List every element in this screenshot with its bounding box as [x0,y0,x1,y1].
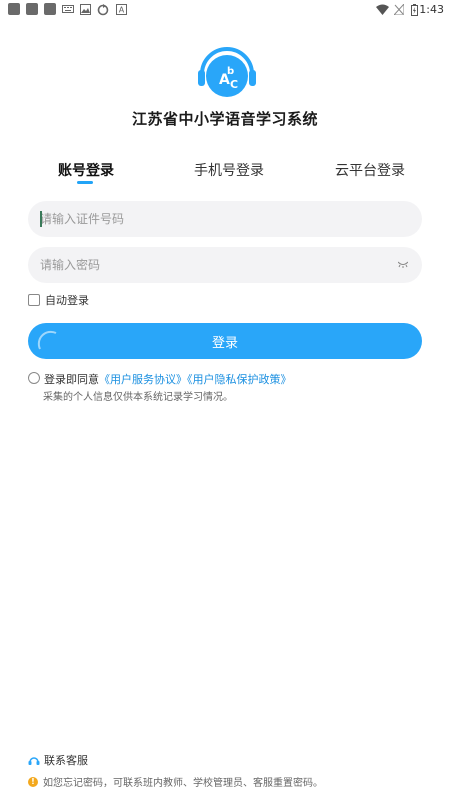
tab-cloud-login[interactable]: 云平台登录 [335,160,405,180]
battery-charging-icon [411,4,418,16]
notification-icon [26,3,38,15]
sync-icon [97,4,109,16]
notification-icon [44,3,56,15]
status-time: 1:43 [419,3,444,16]
keyboard-icon [62,5,74,13]
privacy-policy-link[interactable]: 《用户隐私保护政策》 [187,373,292,386]
service-agreement-link[interactable]: 《用户服务协议》 [99,373,187,386]
forgot-password-text: 如您忘记密码，可联系班内教师、学校管理员、客服重置密码。 [43,778,323,789]
image-icon [80,4,91,15]
agreement-radio[interactable] [28,372,40,384]
forgot-password-note: ! 如您忘记密码，可联系班内教师、学校管理员、客服重置密码。 [28,774,323,789]
contact-support-label: 联系客服 [44,754,88,767]
no-signal-icon [394,4,404,15]
eye-closed-icon[interactable] [398,260,408,268]
active-tab-indicator [77,181,93,184]
login-button-label: 登录 [211,335,238,351]
app-a-icon: A [116,4,127,15]
id-number-field[interactable] [28,201,422,237]
app-logo: A b C [198,47,256,97]
agreement-prefix: 登录即同意 [44,373,99,386]
auto-login-label: 自动登录 [45,294,89,307]
password-input[interactable] [40,247,380,283]
contact-support[interactable]: 联系客服 [28,752,88,768]
auto-login-row[interactable]: 自动登录 [28,293,89,307]
headset-icon [28,756,40,765]
wifi-icon [376,4,389,15]
id-number-input[interactable] [40,201,380,237]
tab-phone-login[interactable]: 手机号登录 [194,160,264,180]
app-title: 江苏省中小学语音学习系统 [131,110,318,128]
logo-letter-b: b [227,66,234,77]
loading-spinner-icon [37,330,57,350]
tab-account-login[interactable]: 账号登录 [58,160,114,180]
text-cursor [40,211,42,227]
logo-letter-c: C [230,78,238,91]
notification-icon [8,3,20,15]
auto-login-checkbox[interactable] [28,294,40,306]
info-icon: ! [28,776,38,787]
status-bar: A 1:43 [0,0,450,20]
agreement-note: 采集的个人信息仅供本系统记录学习情况。 [43,392,233,403]
login-button[interactable]: 登录 [28,323,422,359]
password-field[interactable] [28,247,422,283]
svg-text:A: A [119,6,125,15]
